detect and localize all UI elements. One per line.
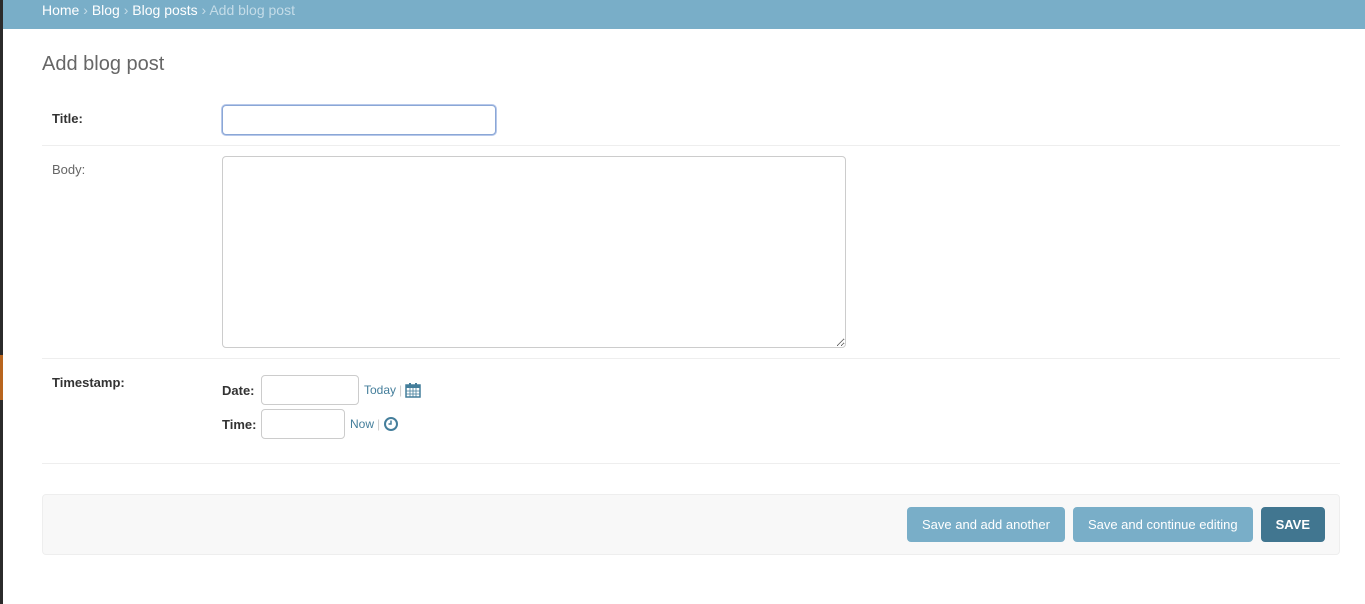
page-title: Add blog post [42, 53, 165, 75]
breadcrumb-blog[interactable]: Blog [92, 2, 120, 18]
window-edge [0, 0, 3, 604]
date-input[interactable] [261, 375, 359, 405]
date-label: Date: [222, 382, 255, 398]
timestamp-row: Timestamp: Date: Today | Time: Now | [42, 359, 1340, 464]
body-textarea[interactable] [222, 156, 846, 348]
breadcrumb-home[interactable]: Home [42, 2, 79, 18]
body-label: Body: [52, 162, 86, 177]
timestamp-label: Timestamp: [52, 375, 125, 390]
body-row: Body: [42, 146, 1340, 359]
title-row: Title: [42, 95, 1340, 146]
time-label: Time: [222, 416, 257, 432]
breadcrumb: Home › Blog › Blog posts › Add blog post [0, 0, 1365, 29]
submit-row: Save and add another Save and continue e… [42, 494, 1340, 555]
calendar-icon[interactable] [405, 382, 421, 398]
breadcrumb-blog-posts[interactable]: Blog posts [132, 2, 197, 18]
clock-icon[interactable] [383, 416, 399, 432]
save-and-add-another-button[interactable]: Save and add another [907, 507, 1065, 542]
title-input[interactable] [222, 105, 496, 135]
time-input[interactable] [261, 409, 345, 439]
breadcrumb-current: Add blog post [209, 2, 295, 18]
today-link[interactable]: Today [364, 383, 396, 397]
now-link[interactable]: Now [350, 417, 374, 431]
blog-post-form: Title: Body: Timestamp: Date: Today | Tim… [42, 95, 1340, 464]
title-label: Title: [52, 111, 83, 126]
save-button[interactable]: Save [1260, 507, 1325, 542]
save-and-continue-button[interactable]: Save and continue editing [1072, 507, 1253, 542]
